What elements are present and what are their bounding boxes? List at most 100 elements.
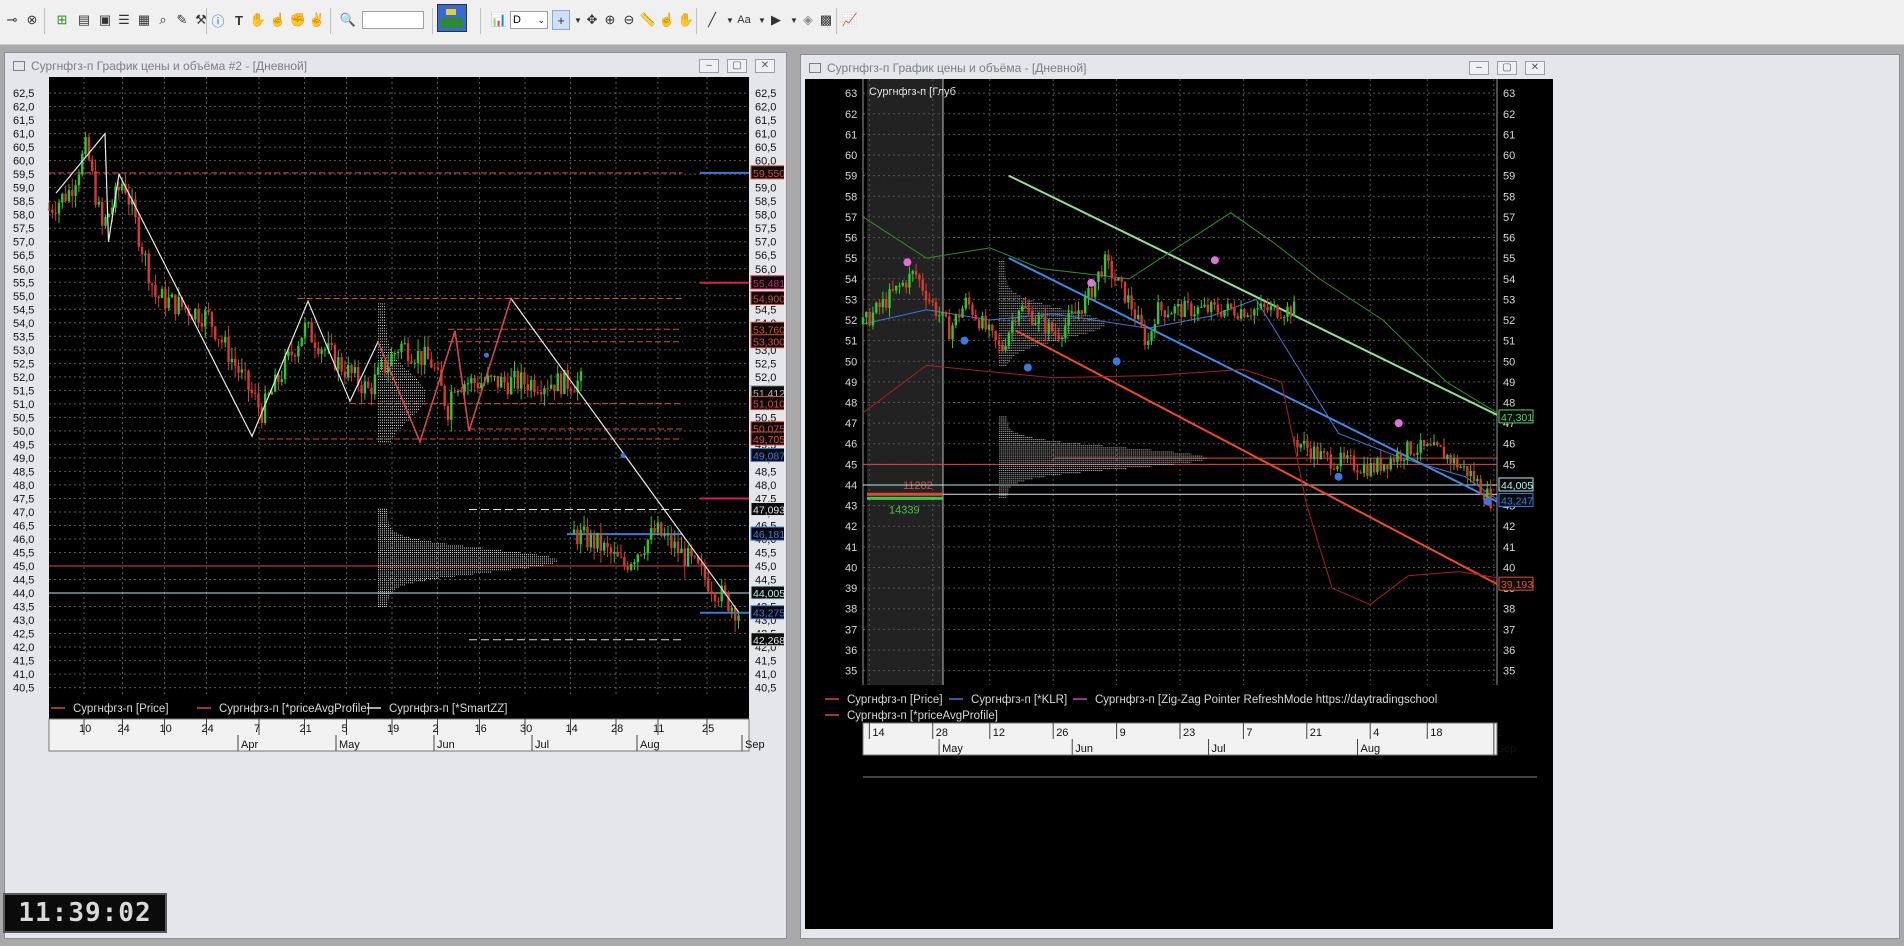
candle <box>1249 315 1253 317</box>
instrument-logo-icon[interactable] <box>437 4 467 32</box>
hand-icon[interactable]: ✋ <box>248 10 268 30</box>
y-tick-label-right: 62 <box>1503 109 1515 121</box>
window-title: Сургнфгз-п График цены и объёма - [Дневн… <box>827 61 1087 75</box>
indicator-chart-icon[interactable]: 📈 <box>840 10 860 30</box>
candle <box>197 308 200 323</box>
maximize-button[interactable]: ▢ <box>1497 61 1517 75</box>
candle <box>1266 306 1269 311</box>
y-tick-label-left: 44,5 <box>13 575 34 587</box>
candle <box>1210 302 1213 312</box>
new-window-icon[interactable]: ⊞ <box>52 10 72 30</box>
candle <box>891 289 895 291</box>
candle <box>1256 308 1259 310</box>
price-label-text: 44,005 <box>753 588 784 600</box>
period-select[interactable]: D ⌄ <box>510 11 548 29</box>
candle <box>559 373 563 394</box>
x-month-label: May <box>942 743 963 755</box>
portfolio-icon[interactable]: ▦ <box>134 10 154 30</box>
table-icon[interactable]: ▤ <box>74 10 94 30</box>
search-window-icon[interactable]: ⌕ <box>153 10 173 30</box>
search-input[interactable] <box>362 11 424 29</box>
candle <box>941 312 944 316</box>
candle <box>1263 303 1266 307</box>
candle <box>406 343 410 362</box>
minimize-button[interactable]: – <box>699 59 719 73</box>
price-label-text: 53,300 <box>753 337 784 349</box>
search-icon[interactable]: 🔍 <box>338 10 358 30</box>
candle <box>566 370 569 389</box>
candle <box>1127 295 1130 303</box>
candle <box>693 556 697 558</box>
candle <box>934 302 938 316</box>
candle <box>287 351 290 357</box>
alert-icon[interactable]: ⓘ <box>208 10 228 30</box>
y-tick-label-left: 59 <box>845 171 857 183</box>
pan-hand-icon[interactable]: ☝ <box>657 10 677 30</box>
marker-icon[interactable]: ▶ <box>766 10 786 30</box>
y-tick-label-right: 46 <box>1503 439 1515 451</box>
y-tick-label-left: 59,0 <box>13 183 34 195</box>
candle <box>961 308 964 318</box>
candle <box>1366 464 1369 477</box>
chart-window-left[interactable]: Сургнфгз-п График цены и объёма #2 - [Дн… <box>4 52 787 939</box>
close-button[interactable]: ✕ <box>1525 61 1545 75</box>
candle <box>1107 254 1110 262</box>
close-button[interactable]: ✕ <box>755 59 775 73</box>
candle <box>1332 468 1336 470</box>
chart-window-right[interactable]: Сургнфгз-п График цены и объёма - [Дневн… <box>800 54 1900 939</box>
candle <box>546 388 549 390</box>
minimize-button[interactable]: – <box>1469 61 1489 75</box>
candle <box>717 600 720 602</box>
candle <box>376 367 380 375</box>
x-month-label: Aug <box>640 739 660 751</box>
line-tool-icon[interactable]: ╱ <box>702 10 722 30</box>
candles-icon[interactable]: 📊 <box>489 10 509 30</box>
candle <box>1100 271 1103 277</box>
candle <box>573 391 576 393</box>
price-chart-right[interactable]: Сургнфгз-п [Глуб 63 63 62 62 61 61 60 60 59 59 58 58… <box>805 79 1553 929</box>
candle <box>280 379 283 382</box>
y-tick-label-left: 48,5 <box>13 466 34 478</box>
chart-window-icon[interactable]: ▣ <box>95 10 115 30</box>
hand-group-icon[interactable]: ✊ <box>288 10 308 30</box>
candle <box>643 553 646 555</box>
price-label: 47,301 <box>1498 409 1534 424</box>
grab-hand-icon[interactable]: ✋ <box>676 10 696 30</box>
legend-entry: Сургнфгз-п [*priceAvgProfile] <box>219 703 370 715</box>
hand-plus-icon[interactable]: ☝ <box>268 10 288 30</box>
candle <box>470 378 473 384</box>
y-tick-label-right: 50 <box>1503 356 1515 368</box>
zoom-out-icon[interactable]: ⊖ <box>619 10 639 30</box>
candle <box>1412 454 1416 456</box>
disconnect-icon[interactable]: ⊗ <box>22 10 42 30</box>
y-tick-label-left: 63 <box>845 88 857 100</box>
order-book-icon[interactable]: ☰ <box>114 10 134 30</box>
y-tick-label-left: 36 <box>845 645 857 657</box>
layers-icon[interactable]: ▩ <box>816 10 836 30</box>
connect-icon[interactable]: ⊸ <box>2 10 22 30</box>
period-value: D <box>513 14 521 26</box>
candle <box>1034 322 1037 325</box>
window-titlebar[interactable]: Сургнфгз-п График цены и объёма #2 - [Дн… <box>5 53 786 79</box>
move-icon[interactable]: ✥ <box>582 10 602 30</box>
candle <box>1316 446 1319 459</box>
candle <box>1120 277 1123 282</box>
zoom-in-icon[interactable]: ⊕ <box>600 10 620 30</box>
candle <box>653 527 656 533</box>
toolbar-separator <box>330 8 331 34</box>
candle <box>1186 300 1190 304</box>
window-titlebar[interactable]: Сургнфгз-п График цены и объёма - [Дневн… <box>801 55 1899 81</box>
y-tick-label-left: 51,5 <box>13 385 34 397</box>
maximize-button[interactable]: ▢ <box>727 59 747 73</box>
price-chart-left[interactable]: 62,5 62,562,0 62,061,5 61,561,0 61,060,5 60,5… <box>9 77 784 797</box>
text-icon[interactable]: T <box>229 10 249 30</box>
font-icon[interactable]: Aa <box>734 10 754 30</box>
legend-entry: Сургнфгз-п [*SmartZZ] <box>389 703 508 715</box>
hide-icon[interactable]: ◈ <box>798 10 818 30</box>
edit-icon[interactable]: ✎ <box>172 10 192 30</box>
depth-volume-label: 14339 <box>889 504 920 516</box>
ruler-icon[interactable]: 📏 <box>638 10 658 30</box>
candle <box>1193 314 1196 317</box>
candle <box>1130 295 1133 310</box>
hand-cancel-icon[interactable]: ✌ <box>307 10 327 30</box>
